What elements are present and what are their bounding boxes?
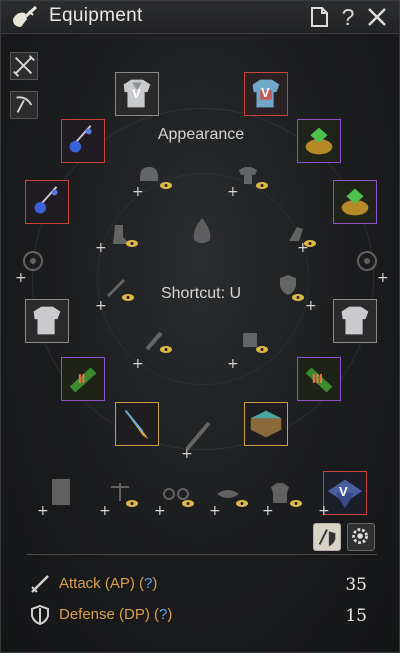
tome-slot[interactable] bbox=[244, 402, 288, 446]
add-marker: + bbox=[305, 298, 317, 314]
close-icon[interactable] bbox=[365, 5, 389, 29]
eye-icon[interactable] bbox=[121, 293, 135, 302]
enhance-level: V bbox=[261, 85, 270, 100]
crossed-swords-button[interactable] bbox=[10, 52, 38, 80]
defense-value: 15 bbox=[345, 606, 367, 626]
eye-icon[interactable] bbox=[181, 499, 195, 508]
talisman-slot-left[interactable]: II bbox=[61, 357, 105, 401]
ring-icon bbox=[334, 181, 376, 223]
eye-icon[interactable] bbox=[289, 499, 303, 508]
armor-slot-right[interactable] bbox=[333, 299, 377, 343]
earring-icon bbox=[26, 181, 68, 223]
enhance-level: III bbox=[312, 371, 323, 386]
ring-slot-right-lower[interactable] bbox=[333, 180, 377, 224]
document-icon[interactable] bbox=[307, 5, 331, 29]
shield-icon bbox=[31, 604, 49, 626]
appearance-label: Appearance bbox=[157, 126, 245, 143]
sword-icon bbox=[31, 575, 49, 593]
earring-slot-left-upper[interactable] bbox=[61, 119, 105, 163]
sword-shield-toggle[interactable] bbox=[313, 523, 341, 551]
add-marker: + bbox=[99, 503, 111, 519]
attack-label: Attack (AP) (?) bbox=[59, 575, 157, 592]
add-marker: + bbox=[95, 298, 107, 314]
add-marker: + bbox=[297, 240, 309, 256]
enhance-level: II bbox=[78, 371, 86, 386]
talisman-slot-right[interactable]: III bbox=[297, 357, 341, 401]
defense-label-close: ) bbox=[167, 606, 173, 623]
ring-icon bbox=[298, 120, 340, 162]
armor-slot-left[interactable] bbox=[25, 299, 69, 343]
add-marker: + bbox=[15, 270, 27, 286]
lifeskill-right-icon bbox=[357, 251, 377, 271]
eye-icon[interactable] bbox=[125, 499, 139, 508]
attack-label-text: Attack (AP) ( bbox=[59, 575, 145, 592]
weapon-slot[interactable] bbox=[115, 402, 159, 446]
defense-label: Defense (DP) (?) bbox=[59, 606, 172, 623]
earring-icon bbox=[62, 120, 104, 162]
add-marker: + bbox=[377, 270, 389, 286]
add-marker: + bbox=[132, 356, 144, 372]
armor-icon bbox=[334, 300, 376, 342]
eye-icon[interactable] bbox=[291, 293, 305, 302]
pickaxe-button[interactable] bbox=[10, 91, 38, 119]
add-marker: + bbox=[95, 240, 107, 256]
gear-icon bbox=[352, 528, 368, 544]
book-icon bbox=[245, 403, 287, 445]
shortcut-label: Shortcut: U bbox=[160, 285, 242, 302]
add-marker: + bbox=[318, 503, 330, 519]
attack-stat-row: Attack (AP) (?) 35 bbox=[27, 573, 377, 597]
add-marker: + bbox=[227, 356, 239, 372]
character-silhouette-icon bbox=[193, 218, 211, 243]
add-marker: + bbox=[209, 503, 221, 519]
eye-icon[interactable] bbox=[255, 345, 269, 354]
equipment-window: Equipment ? Appearance Shortcut: U V V I… bbox=[0, 0, 400, 653]
settings-button[interactable] bbox=[347, 523, 375, 551]
eye-icon[interactable] bbox=[235, 499, 249, 508]
dagger-icon bbox=[116, 403, 158, 445]
window-title: Equipment bbox=[49, 5, 143, 26]
title-bar[interactable]: Equipment ? bbox=[1, 1, 399, 34]
cloak-icon bbox=[52, 479, 70, 505]
add-marker: + bbox=[181, 446, 193, 462]
add-marker: + bbox=[262, 503, 274, 519]
help-button[interactable]: ? bbox=[336, 5, 360, 29]
defense-label-text: Defense (DP) ( bbox=[59, 606, 160, 623]
add-marker: + bbox=[132, 184, 144, 200]
eye-icon[interactable] bbox=[159, 345, 173, 354]
eye-icon[interactable] bbox=[125, 239, 139, 248]
crossed-swords-icon bbox=[13, 55, 35, 77]
add-marker: + bbox=[154, 503, 166, 519]
defense-stat-row: Defense (DP) (?) 15 bbox=[27, 604, 377, 628]
add-marker: + bbox=[37, 503, 49, 519]
helmet-icon bbox=[140, 167, 158, 181]
pickaxe-icon bbox=[16, 96, 33, 113]
sword-shield-icon bbox=[318, 529, 336, 547]
earring-slot-left-lower[interactable] bbox=[25, 180, 69, 224]
add-marker: + bbox=[227, 184, 239, 200]
stats-divider bbox=[27, 554, 377, 555]
ring-slot-right-upper[interactable] bbox=[297, 119, 341, 163]
armor-slot-top-right[interactable]: V bbox=[244, 72, 288, 116]
armor-slot-top-left[interactable]: V bbox=[115, 72, 159, 116]
eye-icon[interactable] bbox=[255, 181, 269, 190]
attack-value: 35 bbox=[345, 575, 367, 595]
enhance-level: V bbox=[339, 484, 348, 499]
enhance-level: V bbox=[132, 86, 141, 101]
attack-label-close: ) bbox=[152, 575, 158, 592]
equipment-title-icon bbox=[13, 5, 38, 27]
armor-icon bbox=[26, 300, 68, 342]
eye-icon[interactable] bbox=[159, 181, 173, 190]
